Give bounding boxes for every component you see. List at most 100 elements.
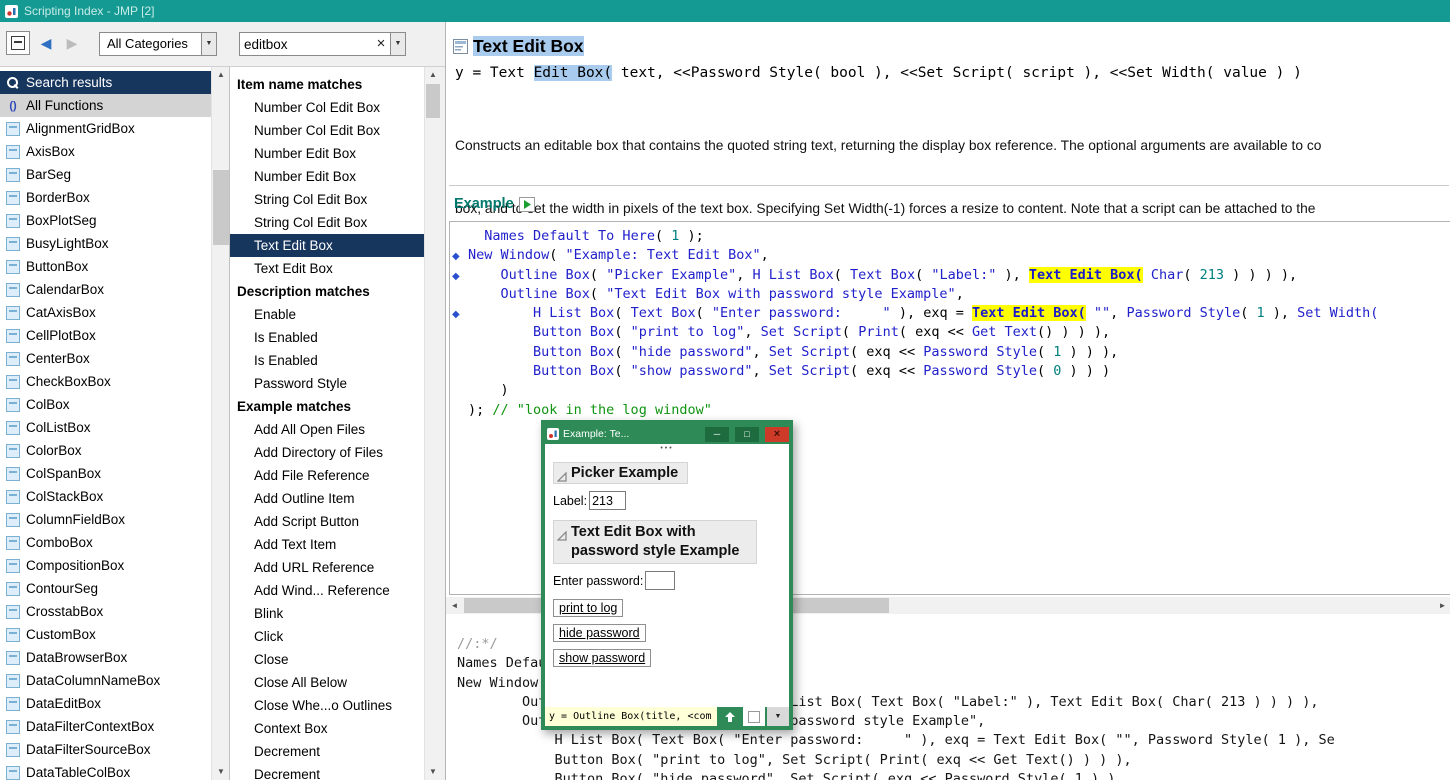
maximize-button[interactable]: □	[735, 427, 759, 442]
sidebar-item-compositionbox[interactable]: CompositionBox	[0, 554, 211, 577]
status-checkbox[interactable]	[743, 707, 765, 726]
sidebar-item-cataxisbox[interactable]: CatAxisBox	[0, 301, 211, 324]
box-icon	[6, 421, 20, 435]
sidebar-item-crosstabbox[interactable]: CrosstabBox	[0, 600, 211, 623]
sidebar-item-colspanbox[interactable]: ColSpanBox	[0, 462, 211, 485]
scrollbar-thumb[interactable]	[213, 170, 229, 245]
scroll-down-icon[interactable]: ▼	[425, 764, 441, 780]
sidebar-item-search-results[interactable]: Search results	[0, 71, 211, 94]
window-titlebar[interactable]: Scripting Index - JMP [2]	[0, 0, 1450, 22]
password-input[interactable]	[645, 571, 675, 590]
match-item-add-wind-reference[interactable]: Add Wind... Reference	[230, 579, 424, 602]
match-item-close-all-below[interactable]: Close All Below	[230, 671, 424, 694]
match-item-close[interactable]: Close	[230, 648, 424, 671]
scroll-right-icon[interactable]: ►	[1434, 597, 1450, 614]
scroll-up-icon[interactable]: ▲	[425, 67, 441, 83]
sidebar-item-colbox[interactable]: ColBox	[0, 393, 211, 416]
scroll-left-icon[interactable]: ◄	[446, 597, 463, 614]
match-item-add-all-open-files[interactable]: Add All Open Files	[230, 418, 424, 441]
sidebar-item-dataeditbox[interactable]: DataEditBox	[0, 692, 211, 715]
function-list-scrollbar[interactable]: ▲ ▼	[211, 67, 230, 780]
match-item-number-col-edit-box[interactable]: Number Col Edit Box	[230, 96, 424, 119]
show-password-button[interactable]: show password	[553, 649, 651, 667]
sidebar-item-databrowserbox[interactable]: DataBrowserBox	[0, 646, 211, 669]
scroll-to-top-button[interactable]	[719, 707, 741, 726]
sidebar-item-datafiltercontextbox[interactable]: DataFilterContextBox	[0, 715, 211, 738]
scrollbar-thumb[interactable]	[426, 84, 440, 118]
match-item-close-whe-o-outlines[interactable]: Close Whe...o Outlines	[230, 694, 424, 717]
sidebar-item-label: CheckBoxBox	[26, 374, 111, 389]
sidebar-item-datafiltersourcebox[interactable]: DataFilterSourceBox	[0, 738, 211, 761]
match-item-enable[interactable]: Enable	[230, 303, 424, 326]
hide-password-button[interactable]: hide password	[553, 624, 646, 642]
sidebar-item-centerbox[interactable]: CenterBox	[0, 347, 211, 370]
outline-password-example[interactable]: Text Edit Box with password style Exampl…	[553, 520, 757, 564]
match-item-click[interactable]: Click	[230, 625, 424, 648]
minimize-button[interactable]: ─	[705, 427, 729, 442]
sidebar-item-buttonbox[interactable]: ButtonBox	[0, 255, 211, 278]
match-item-blink[interactable]: Blink	[230, 602, 424, 625]
collapse-all-button[interactable]	[6, 31, 30, 55]
status-dropdown-button[interactable]: ▼	[767, 707, 789, 726]
close-button[interactable]: ×	[765, 427, 789, 442]
sidebar-item-busylightbox[interactable]: BusyLightBox	[0, 232, 211, 255]
outline-expanded-icon[interactable]	[557, 528, 567, 547]
outline-expanded-icon[interactable]	[557, 470, 567, 486]
forward-button[interactable]: ▶	[60, 31, 84, 55]
match-item-add-file-reference[interactable]: Add File Reference	[230, 464, 424, 487]
sidebar-item-combobox[interactable]: ComboBox	[0, 531, 211, 554]
example-window-titlebar[interactable]: Example: Te... ─ □ ×	[545, 424, 789, 444]
sidebar-item-collistbox[interactable]: ColListBox	[0, 416, 211, 439]
sidebar-item-datatablecolbox[interactable]: DataTableColBox	[0, 761, 211, 780]
match-item-string-col-edit-box[interactable]: String Col Edit Box	[230, 188, 424, 211]
sidebar-item-checkboxbox[interactable]: CheckBoxBox	[0, 370, 211, 393]
match-item-password-style[interactable]: Password Style	[230, 372, 424, 395]
match-item-add-url-reference[interactable]: Add URL Reference	[230, 556, 424, 579]
scroll-up-icon[interactable]: ▲	[212, 67, 230, 83]
category-dropdown-arrow[interactable]: ▼	[201, 32, 217, 56]
sidebar-item-calendarbox[interactable]: CalendarBox	[0, 278, 211, 301]
label-input[interactable]	[589, 491, 626, 510]
back-button[interactable]: ◀	[34, 31, 58, 55]
sidebar-item-datacolumnnamebox[interactable]: DataColumnNameBox	[0, 669, 211, 692]
search-dropdown-arrow[interactable]: ▼	[390, 32, 406, 56]
sidebar-item-columnfieldbox[interactable]: ColumnFieldBox	[0, 508, 211, 531]
sidebar-item-colstackbox[interactable]: ColStackBox	[0, 485, 211, 508]
box-icon	[6, 559, 20, 573]
sidebar-item-barseg[interactable]: BarSeg	[0, 163, 211, 186]
print-to-log-button[interactable]: print to log	[553, 599, 623, 617]
match-item-add-script-button[interactable]: Add Script Button	[230, 510, 424, 533]
window-grip[interactable]: •••	[545, 444, 789, 456]
match-item-add-text-item[interactable]: Add Text Item	[230, 533, 424, 556]
match-item-text-edit-box[interactable]: Text Edit Box	[230, 234, 424, 257]
match-item-decrement[interactable]: Decrement	[230, 763, 424, 780]
match-item-add-directory-of-files[interactable]: Add Directory of Files	[230, 441, 424, 464]
sidebar-item-alignmentgridbox[interactable]: AlignmentGridBox	[0, 117, 211, 140]
scroll-down-icon[interactable]: ▼	[212, 764, 230, 780]
sidebar-item-custombox[interactable]: CustomBox	[0, 623, 211, 646]
match-item-add-outline-item[interactable]: Add Outline Item	[230, 487, 424, 510]
sidebar-item-contourseg[interactable]: ContourSeg	[0, 577, 211, 600]
clear-search-icon[interactable]: ×	[372, 33, 390, 55]
match-item-text-edit-box[interactable]: Text Edit Box	[230, 257, 424, 280]
search-input[interactable]	[240, 37, 372, 52]
sidebar-item-colorbox[interactable]: ColorBox	[0, 439, 211, 462]
match-item-number-edit-box[interactable]: Number Edit Box	[230, 142, 424, 165]
matches-list-scrollbar[interactable]: ▲ ▼	[424, 67, 441, 780]
match-item-number-edit-box[interactable]: Number Edit Box	[230, 165, 424, 188]
match-item-is-enabled[interactable]: Is Enabled	[230, 326, 424, 349]
sidebar-item-axisbox[interactable]: AxisBox	[0, 140, 211, 163]
match-item-number-col-edit-box[interactable]: Number Col Edit Box	[230, 119, 424, 142]
outline-picker-example[interactable]: Picker Example	[553, 462, 688, 484]
match-item-decrement[interactable]: Decrement	[230, 740, 424, 763]
match-item-context-box[interactable]: Context Box	[230, 717, 424, 740]
match-item-string-col-edit-box[interactable]: String Col Edit Box	[230, 211, 424, 234]
parens-icon: ()	[6, 99, 20, 113]
run-example-icon[interactable]	[519, 197, 535, 212]
sidebar-item-borderbox[interactable]: BorderBox	[0, 186, 211, 209]
sidebar-item-cellplotbox[interactable]: CellPlotBox	[0, 324, 211, 347]
sidebar-item-boxplotseg[interactable]: BoxPlotSeg	[0, 209, 211, 232]
category-dropdown[interactable]: All Categories	[99, 32, 202, 56]
sidebar-item-all-functions[interactable]: ()All Functions	[0, 94, 211, 117]
match-item-is-enabled[interactable]: Is Enabled	[230, 349, 424, 372]
